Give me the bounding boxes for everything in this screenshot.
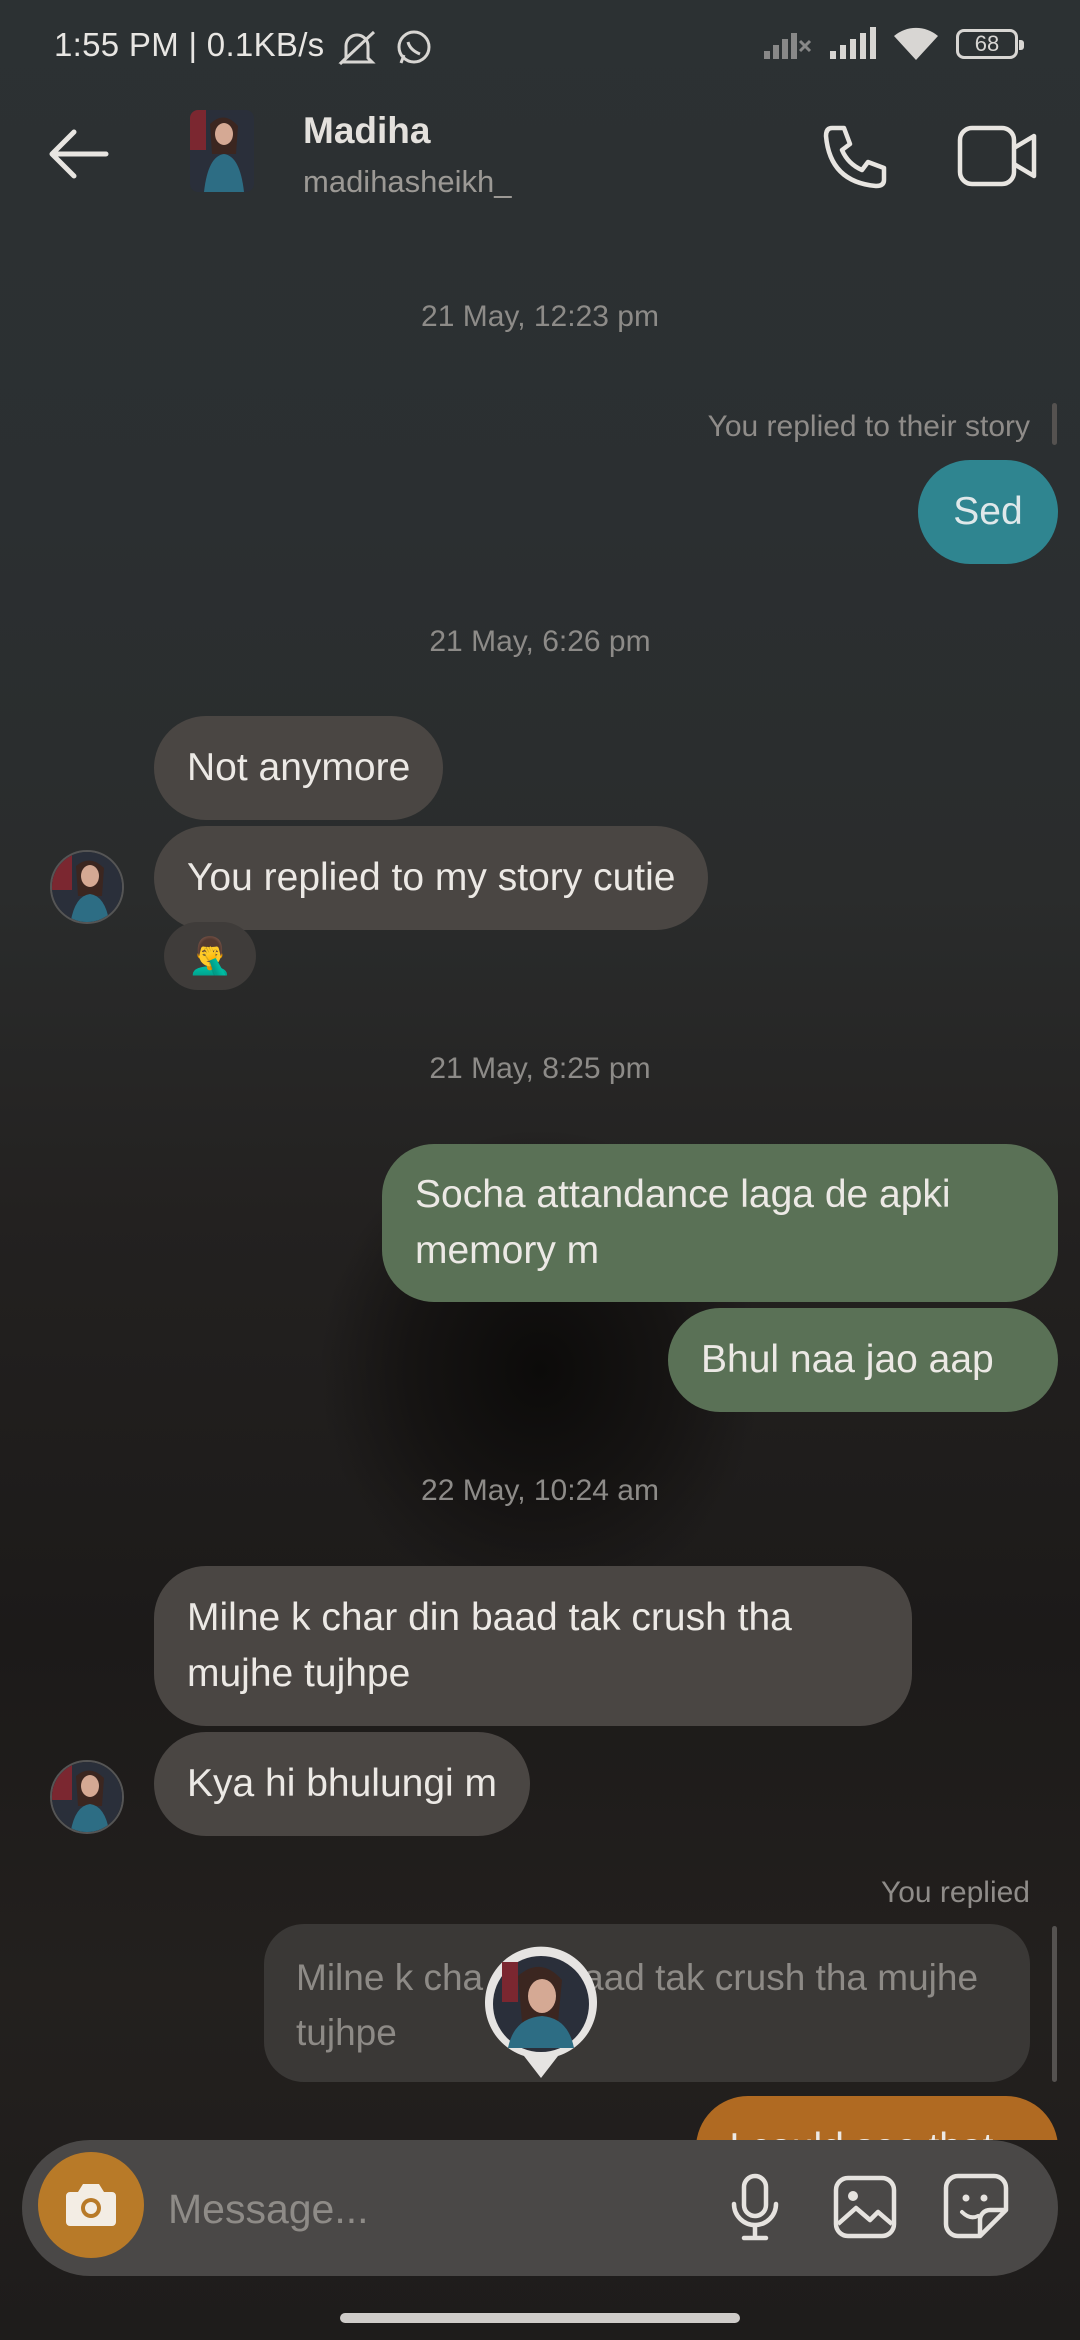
quoted-line: tujhpe [296, 2012, 397, 2053]
reply-bar [1052, 1926, 1057, 2082]
message-text: Not anymore [187, 746, 411, 789]
phone-icon[interactable] [818, 120, 890, 192]
status-time-speed: 1:55 PM | 0.1KB/s [54, 26, 325, 63]
timestamp: 21 May, 6:26 pm [429, 625, 651, 658]
message-received[interactable]: Not anymore [154, 716, 444, 820]
message-received[interactable]: You replied to my story cutie [154, 826, 709, 930]
status-icons-right: 68 [762, 26, 1024, 62]
camera-button[interactable] [38, 2152, 144, 2258]
quoted-text: Milne k cha [296, 1957, 484, 1998]
signal-weak-icon [764, 33, 812, 59]
battery-level: 68 [974, 31, 1000, 56]
contact-username[interactable]: madihasheikh_ [303, 164, 512, 200]
microphone-icon[interactable] [728, 2172, 782, 2244]
video-camera-icon[interactable] [956, 122, 1038, 190]
contact-name[interactable]: Madiha [303, 110, 430, 152]
story-reply-label: You replied to their story [707, 410, 1030, 443]
timestamp: 21 May, 8:25 pm [429, 1052, 651, 1085]
message-sent[interactable]: I could see that [696, 2096, 1058, 2140]
sticker-icon[interactable] [942, 2172, 1010, 2240]
status-icons-left [334, 28, 434, 68]
scroll-avatar-pin[interactable] [482, 1944, 600, 2080]
whatsapp-icon [397, 30, 431, 64]
message-text-line: memory m [415, 1229, 600, 1272]
image-icon[interactable] [832, 2174, 898, 2240]
quoted-message[interactable]: Milne k cha aad tak crush tha mujhe tujhp… [264, 1924, 1030, 2082]
message-text: Bhul naa jao aap [701, 1338, 994, 1381]
message-received[interactable]: Milne k char din baad tak crush tha mujh… [154, 1566, 912, 1726]
message-text-line: Milne k char din baad tak crush tha [187, 1596, 792, 1639]
quoted-text: aad tak crush tha mujhe [583, 1957, 979, 1998]
message-text: Kya hi bhulungi m [187, 1762, 498, 1805]
partial-message-wrap: I could see that [0, 2080, 1080, 2140]
message-text: I could see that [729, 2120, 994, 2140]
timestamp: 21 May, 12:23 pm [421, 300, 659, 333]
avatar[interactable] [50, 850, 124, 924]
message-input[interactable] [166, 2178, 690, 2240]
signal-icon [830, 27, 876, 59]
message-sent[interactable]: Socha attandance laga de apki memory m [382, 1144, 1058, 1302]
wifi-icon [894, 27, 938, 60]
message-sent[interactable]: Bhul naa jao aap [668, 1308, 1058, 1412]
reaction-badge[interactable]: 🤦‍♂️ [164, 922, 256, 990]
battery-indicator: 68 [956, 29, 1024, 59]
quoted-line: Milne k cha aad tak crush tha mujhe [296, 1950, 998, 2005]
message-received[interactable]: Kya hi bhulungi m [154, 1732, 531, 1836]
message-text: Sed [953, 490, 1023, 533]
avatar[interactable] [50, 1760, 124, 1834]
message-text-line: mujhe tujhpe [187, 1652, 411, 1695]
reply-label: You replied [880, 1876, 1030, 1909]
timestamp: 22 May, 10:24 am [421, 1474, 659, 1507]
reaction-emoji: 🤦‍♂️ [187, 935, 233, 976]
reply-bar [1052, 403, 1057, 445]
message-text-line: Socha attandance laga de apki [415, 1173, 951, 1216]
mute-icon [338, 30, 376, 66]
avatar[interactable] [190, 110, 254, 192]
camera-icon [66, 2184, 116, 2226]
message-sent[interactable]: Sed [918, 460, 1058, 564]
message-text: You replied to my story cutie [187, 856, 676, 899]
arrow-left-icon[interactable] [44, 124, 114, 184]
home-indicator[interactable] [340, 2313, 740, 2323]
